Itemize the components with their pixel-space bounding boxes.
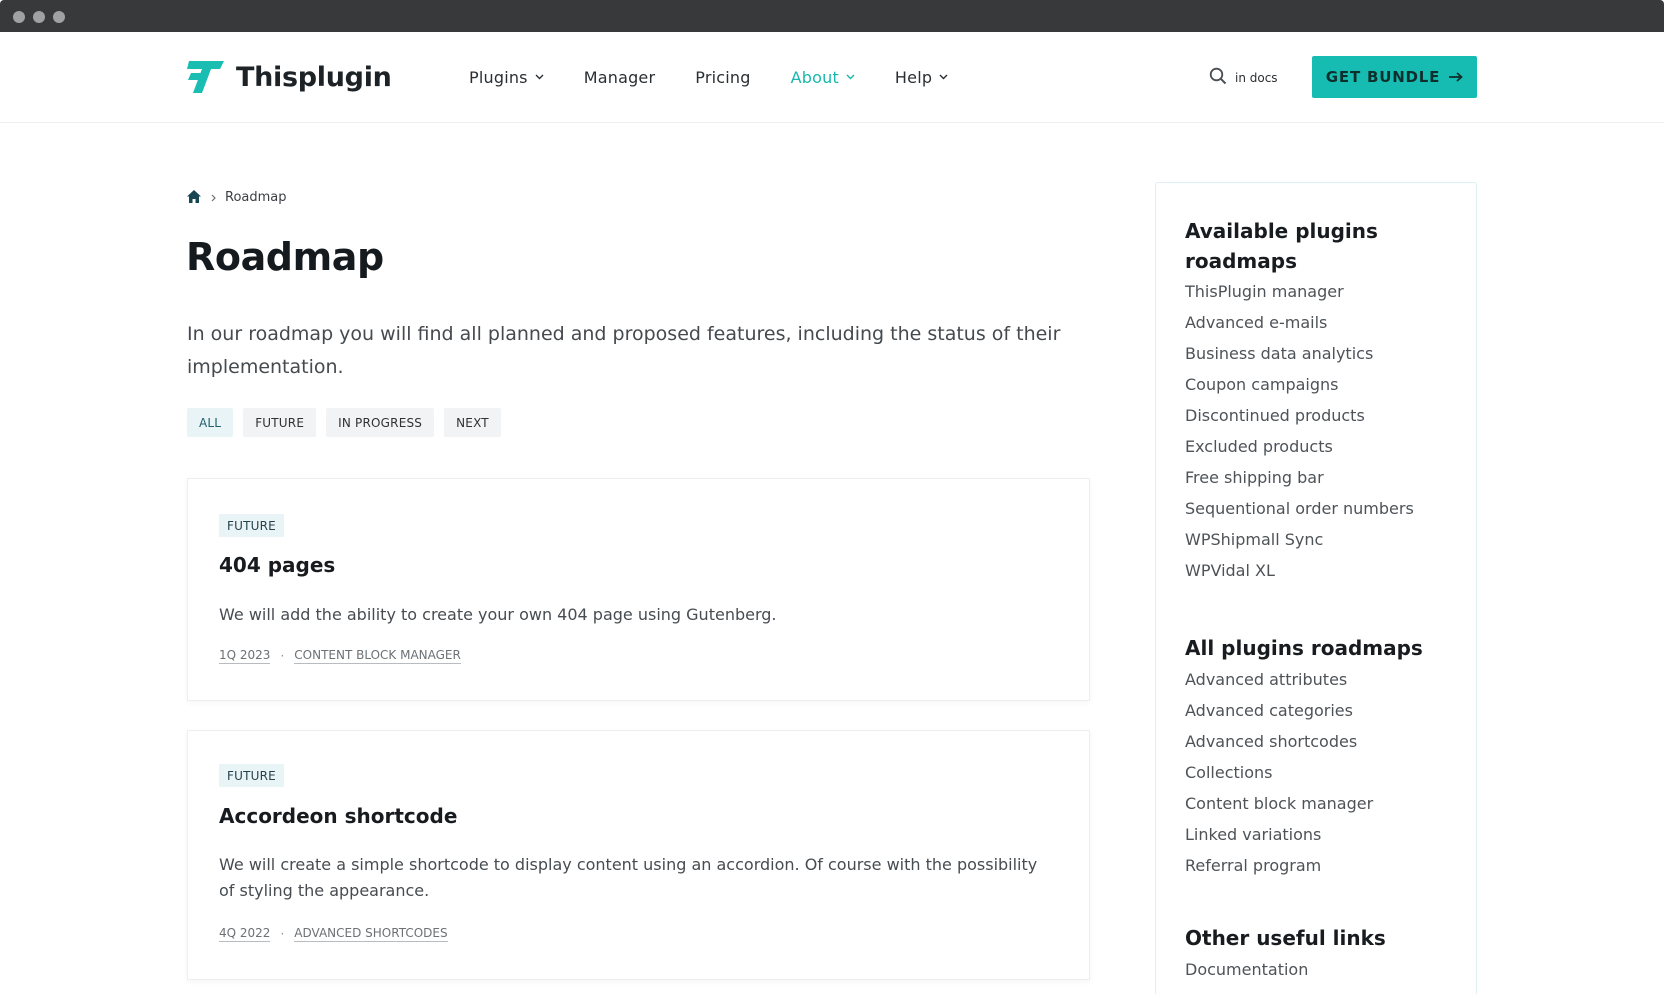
search-icon (1209, 67, 1227, 89)
card-title: Accordeon shortcode (219, 804, 458, 828)
window-minimize-dot[interactable] (33, 11, 45, 23)
site-header: Thisplugin Plugins Manager Pricing About (0, 32, 1664, 123)
get-bundle-label: GET BUNDLE (1325, 68, 1441, 86)
sidebar-link[interactable]: Referral program (1185, 856, 1373, 887)
sidebar-link[interactable]: Collections (1185, 763, 1373, 794)
other-links-heading: Other useful links (1185, 926, 1386, 950)
breadcrumb-current: Roadmap (225, 190, 287, 205)
sidebar-link[interactable]: Content block manager (1185, 794, 1373, 825)
nav-label: About (790, 67, 839, 87)
sidebar-link[interactable]: Excluded products (1185, 437, 1414, 468)
thisplugin-logo-icon (187, 60, 225, 94)
sidebar-link[interactable]: ThisPlugin manager (1185, 282, 1414, 313)
card-plugin-link[interactable]: CONTENT BLOCK MANAGER (294, 648, 461, 664)
card-description: We will create a simple shortcode to dis… (219, 855, 1038, 900)
nav-pricing[interactable]: Pricing (695, 65, 750, 89)
home-icon[interactable] (187, 188, 201, 207)
meta-separator: · (280, 927, 285, 941)
window-close-dot[interactable] (13, 11, 25, 23)
card-quarter-link[interactable]: 4Q 2022 (219, 926, 271, 942)
filter-in-progress[interactable]: IN PROGRESS (326, 408, 435, 437)
filter-future[interactable]: FUTURE (243, 408, 317, 437)
main-nav: Plugins Manager Pricing About Help (469, 65, 988, 89)
sidebar-link[interactable]: Coupon campaigns (1185, 375, 1414, 406)
status-badge: FUTURE (219, 514, 284, 537)
logo-text: Thisplugin (236, 61, 392, 93)
all-roadmaps-list: Advanced attributes Advanced categories Ad… (1185, 670, 1373, 887)
card-plugin-link[interactable]: ADVANCED SHORTCODES (294, 926, 448, 942)
nav-label: Plugins (469, 67, 528, 87)
chevron-down-icon (846, 74, 855, 80)
nav-label: Pricing (695, 67, 751, 87)
filter-next[interactable]: NEXT (444, 408, 501, 437)
search-docs-button[interactable]: in docs (1209, 67, 1278, 89)
sidebar-link[interactable]: WPVidal XL (1185, 561, 1414, 592)
get-bundle-button[interactable]: GET BUNDLE (1312, 56, 1477, 98)
available-roadmaps-list: ThisPlugin manager Advanced e-mails Busine… (1185, 282, 1414, 592)
sidebar-link[interactable]: Linked variations (1185, 825, 1373, 856)
card-description: We will add the ability to create your o… (219, 605, 777, 624)
card-title: 404 pages (219, 553, 336, 577)
sidebar-link[interactable]: Free shipping bar (1185, 468, 1414, 499)
sidebar-link[interactable]: Documentation (1185, 960, 1308, 991)
all-roadmaps-heading: All plugins roadmaps (1185, 636, 1423, 660)
roadmap-card: FUTURE Accordeon shortcode We will creat… (187, 730, 1090, 980)
logo-link[interactable]: Thisplugin (187, 59, 392, 95)
page-intro: In our roadmap you will find all planned… (187, 323, 1061, 378)
status-filters: ALL FUTURE IN PROGRESS NEXT (187, 408, 511, 437)
chevron-down-icon (939, 74, 948, 80)
nav-plugins[interactable]: Plugins (469, 65, 544, 89)
nav-label: Manager (583, 67, 656, 87)
sidebar-link[interactable]: Sequentional order numbers (1185, 499, 1414, 530)
roadmaps-sidebar: Available plugins roadmaps ThisPlugin ma… (1155, 182, 1477, 994)
nav-label: Help (894, 67, 933, 87)
card-meta: 4Q 2022 · ADVANCED SHORTCODES (219, 926, 448, 942)
site-viewport: Thisplugin Plugins Manager Pricing About (0, 32, 1664, 994)
nav-help[interactable]: Help (895, 65, 948, 89)
other-links-list: Documentation (1185, 960, 1308, 991)
nav-about[interactable]: About (791, 65, 855, 89)
sidebar-link[interactable]: Business data analytics (1185, 344, 1414, 375)
nav-manager[interactable]: Manager (584, 65, 656, 89)
sidebar-link[interactable]: WPShipmall Sync (1185, 530, 1414, 561)
sidebar-link[interactable]: Advanced categories (1185, 701, 1373, 732)
card-meta: 1Q 2023 · CONTENT BLOCK MANAGER (219, 648, 461, 664)
sidebar-link[interactable]: Advanced attributes (1185, 670, 1373, 701)
sidebar-link[interactable]: Advanced e-mails (1185, 313, 1414, 344)
chevron-right-icon (211, 194, 216, 202)
roadmap-card: FUTURE 404 pages We will add the ability… (187, 478, 1090, 701)
meta-separator: · (280, 649, 285, 663)
page-title: Roadmap (186, 235, 384, 279)
window-maximize-dot[interactable] (53, 11, 65, 23)
available-roadmaps-heading: Available plugins roadmaps (1185, 219, 1378, 273)
sidebar-link[interactable]: Discontinued products (1185, 406, 1414, 437)
search-label: in docs (1235, 71, 1278, 85)
breadcrumb: Roadmap (187, 188, 287, 207)
status-badge: FUTURE (219, 764, 284, 787)
filter-all[interactable]: ALL (187, 408, 234, 437)
browser-chrome-bar (0, 0, 1664, 32)
sidebar-link[interactable]: Advanced shortcodes (1185, 732, 1373, 763)
card-quarter-link[interactable]: 1Q 2023 (219, 648, 271, 664)
chevron-down-icon (535, 74, 544, 80)
arrow-right-icon (1449, 72, 1464, 82)
